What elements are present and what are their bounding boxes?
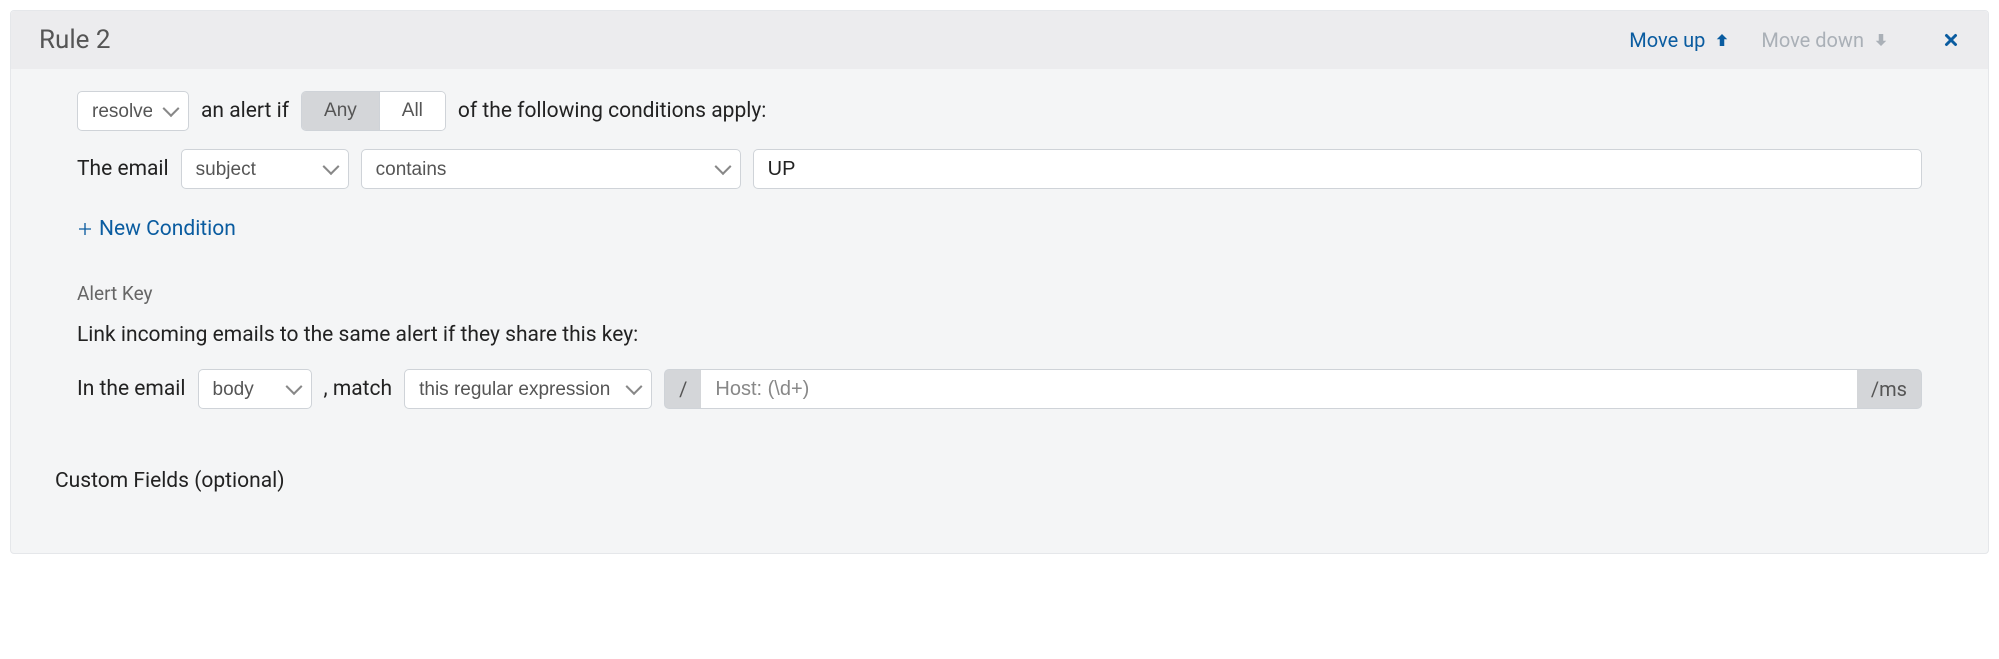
rule-panel: Rule 2 Move up Move down resolve an aler… <box>10 10 1989 554</box>
all-button[interactable]: All <box>379 92 445 130</box>
plus-icon <box>77 221 93 237</box>
arrow-up-icon <box>1713 31 1731 49</box>
sentence-text-conditions-apply: of the following conditions apply: <box>458 99 766 123</box>
match-label: , match <box>324 377 393 401</box>
sentence-text: an alert if <box>201 99 289 123</box>
alert-key-title: Alert Key <box>77 282 1922 305</box>
new-condition-button[interactable]: New Condition <box>77 217 236 241</box>
delete-rule-button[interactable] <box>1942 31 1960 49</box>
move-down-button[interactable]: Move down <box>1761 28 1890 52</box>
condition-label: The email <box>77 157 169 181</box>
alert-key-description: Link incoming emails to the same alert i… <box>77 323 1922 347</box>
regex-prefix-addon: / <box>664 369 701 409</box>
regex-input-group: / /ms <box>664 369 1922 409</box>
arrow-down-icon <box>1872 31 1890 49</box>
action-sentence-row: resolve an alert if Any All of the follo… <box>77 91 1922 131</box>
rule-title: Rule 2 <box>39 25 111 55</box>
close-icon <box>1942 31 1960 49</box>
move-up-button[interactable]: Move up <box>1629 28 1731 52</box>
move-up-label: Move up <box>1629 28 1705 52</box>
condition-row: The email subject contains <box>77 149 1922 189</box>
in-email-label: In the email <box>77 377 186 401</box>
action-select[interactable]: resolve <box>77 91 189 131</box>
any-all-toggle: Any All <box>301 91 446 131</box>
condition-operator-select[interactable]: contains <box>361 149 741 189</box>
condition-field-select[interactable]: subject <box>181 149 349 189</box>
regex-suffix-addon: /ms <box>1857 369 1922 409</box>
any-button[interactable]: Any <box>302 92 379 130</box>
rule-header: Rule 2 Move up Move down <box>11 11 1988 69</box>
move-down-label: Move down <box>1761 28 1864 52</box>
alert-key-row: In the email body , match this regular e… <box>77 369 1922 409</box>
alert-key-part-select[interactable]: body <box>198 369 312 409</box>
rule-body: resolve an alert if Any All of the follo… <box>11 69 1988 553</box>
condition-value-input[interactable] <box>753 149 1922 189</box>
new-condition-label: New Condition <box>99 217 236 241</box>
regex-input[interactable] <box>701 369 1857 409</box>
alert-key-mode-select[interactable]: this regular expression <box>404 369 652 409</box>
custom-fields-label: Custom Fields (optional) <box>55 469 1922 493</box>
